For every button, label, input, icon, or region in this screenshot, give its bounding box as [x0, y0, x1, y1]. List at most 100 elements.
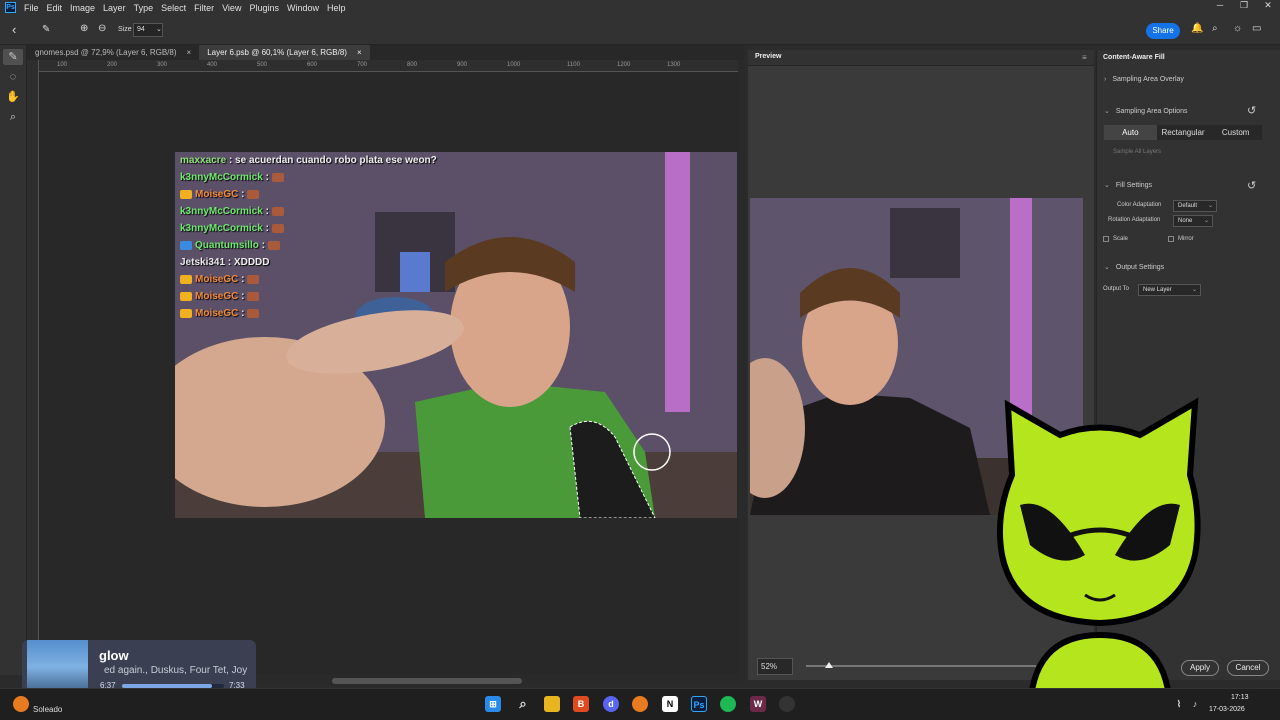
ruler-tick: 800	[407, 62, 418, 68]
seg-auto[interactable]: Auto	[1104, 125, 1157, 140]
vertical-scrollbar[interactable]	[738, 60, 746, 675]
rotation-adaptation-select[interactable]: None ⌄	[1173, 215, 1213, 227]
menu-file[interactable]: File	[24, 3, 39, 13]
preview-header: Preview ≡	[748, 50, 1094, 66]
chat-user: k3nnyMcCormick	[180, 206, 263, 217]
tab-close-icon[interactable]: ×	[187, 45, 192, 60]
scroll-thumb[interactable]	[332, 678, 522, 684]
search-icon[interactable]: ⌕	[1212, 23, 1218, 34]
bell-icon[interactable]: 🔔	[1191, 23, 1203, 34]
photoshop-logo-icon: Ps	[5, 2, 16, 13]
restore-button[interactable]: ❐	[1232, 0, 1256, 11]
menu-type[interactable]: Type	[134, 3, 154, 13]
chat-line: maxxacre : se acuerdan cuando robo plata…	[180, 155, 437, 166]
wifi-icon[interactable]: ⌇	[1171, 696, 1187, 712]
chat-user: maxxacre	[180, 155, 227, 166]
start-icon[interactable]: ⊞	[485, 696, 501, 712]
emote-icon	[247, 291, 260, 301]
panel-menu-icon[interactable]: ≡	[1082, 53, 1087, 62]
share-button[interactable]: Share	[1146, 23, 1180, 39]
emote-icon	[247, 189, 260, 199]
cat-mascot-overlay	[996, 397, 1201, 718]
menu-plugins[interactable]: Plugins	[249, 3, 279, 13]
menu-select[interactable]: Select	[161, 3, 186, 13]
cancel-button[interactable]: Cancel	[1227, 660, 1269, 676]
discord-icon[interactable]: d	[603, 696, 619, 712]
section-sampling-overlay[interactable]: › Sampling Area Overlay	[1104, 76, 1184, 83]
mirror-checkbox[interactable]	[1168, 236, 1174, 242]
workspace-icon[interactable]: ▭	[1252, 23, 1261, 34]
seg-rectangular[interactable]: Rectangular	[1156, 125, 1210, 140]
brave-icon[interactable]: B	[573, 696, 589, 712]
section-fill-settings[interactable]: ⌄ Fill Settings	[1104, 181, 1152, 189]
output-to-select[interactable]: New Layer ⌄	[1138, 284, 1201, 296]
seg-custom[interactable]: Custom	[1209, 125, 1263, 140]
app-icon[interactable]: W	[750, 696, 766, 712]
clock-time[interactable]: 17:13	[1231, 694, 1249, 701]
chat-line: MoiseGC :	[180, 291, 260, 302]
menu-filter[interactable]: Filter	[194, 3, 214, 13]
ruler-tick: 1000	[507, 62, 521, 68]
tab-close-icon[interactable]: ×	[357, 45, 362, 60]
hand-tool-icon[interactable]: ✋	[3, 89, 23, 105]
ruler-tick: 700	[357, 62, 368, 68]
chevron-down-icon: ⌄	[1203, 218, 1209, 224]
blender-icon[interactable]	[632, 696, 648, 712]
select-value: None	[1178, 218, 1193, 224]
search-taskbar-icon[interactable]: ⌕	[515, 696, 531, 712]
document-tabs: gnomes.psd @ 72,9% (Layer 6, RGB/8) × La…	[27, 45, 745, 60]
file-explorer-icon[interactable]	[544, 696, 560, 712]
lightbulb-icon[interactable]: ☼	[1233, 23, 1242, 34]
ruler-tick: 300	[157, 62, 168, 68]
zoom-tool-icon[interactable]: ⌕	[3, 109, 23, 125]
album-art	[27, 640, 88, 695]
photoshop-taskbar-icon[interactable]: Ps	[691, 696, 707, 712]
select-value: Default	[1178, 203, 1198, 209]
clock-date[interactable]: 17-03-2026	[1209, 706, 1245, 713]
minimize-button[interactable]: ─	[1208, 0, 1232, 11]
menu-image[interactable]: Image	[70, 3, 95, 13]
color-adaptation-select[interactable]: Default ⌄	[1173, 200, 1217, 212]
scale-checkbox[interactable]	[1103, 236, 1109, 242]
reset-sampling-icon[interactable]: ↺	[1247, 104, 1256, 117]
chat-line: MoiseGC :	[180, 189, 260, 200]
mirror-label: Mirror	[1178, 236, 1194, 242]
ruler-tick: 1300	[667, 62, 681, 68]
menu-view[interactable]: View	[222, 3, 241, 13]
menu-help[interactable]: Help	[327, 3, 346, 13]
horizontal-ruler: 100 200 300 400 500 600 700 800 900 1000…	[39, 60, 739, 72]
edited-image[interactable]: maxxacre : se acuerdan cuando robo plata…	[175, 152, 737, 518]
ruler-tick: 1200	[617, 62, 631, 68]
tab-layer6[interactable]: Layer 6.psb @ 60,1% (Layer 6, RGB/8) ×	[199, 45, 370, 60]
tab-gnomes[interactable]: gnomes.psd @ 72,9% (Layer 6, RGB/8) ×	[27, 45, 199, 60]
subtract-mode-icon[interactable]: ⊖	[98, 23, 106, 34]
chat-line: Quantumsillo :	[180, 240, 281, 251]
section-label: Output Settings	[1115, 264, 1165, 271]
menu-edit[interactable]: Edit	[47, 3, 63, 13]
rotation-adaptation-label: Rotation Adaptation	[1108, 217, 1161, 223]
spotify-icon[interactable]	[720, 696, 736, 712]
menu-window[interactable]: Window	[287, 3, 319, 13]
add-mode-icon[interactable]: ⊕	[80, 23, 88, 34]
weather-icon[interactable]	[13, 696, 29, 712]
volume-icon[interactable]: ♪	[1187, 696, 1203, 712]
brush-tool-icon[interactable]: ✎	[3, 49, 23, 65]
size-dropdown-chevron-icon[interactable]: ⌄	[156, 25, 162, 33]
preview-title: Preview	[755, 53, 782, 60]
section-sampling-options[interactable]: ⌄ Sampling Area Options	[1104, 107, 1187, 115]
ruler-tick: 100	[57, 62, 68, 68]
reset-fill-icon[interactable]: ↺	[1247, 179, 1256, 192]
chat-msg: :	[241, 189, 245, 200]
section-output-settings[interactable]: ⌄ Output Settings	[1104, 263, 1164, 271]
brush-icon[interactable]: ✎	[42, 24, 50, 35]
close-window-button[interactable]: ✕	[1256, 0, 1280, 11]
zoom-slider-handle[interactable]	[825, 662, 833, 668]
tab-label: gnomes.psd @ 72,9% (Layer 6, RGB/8)	[35, 48, 177, 57]
lasso-tool-icon[interactable]: ◌	[3, 69, 23, 85]
menu-layer[interactable]: Layer	[103, 3, 126, 13]
zoom-field[interactable]: 52%	[757, 658, 793, 675]
steam-icon[interactable]	[779, 696, 795, 712]
notion-icon[interactable]: N	[662, 696, 678, 712]
back-arrow-icon[interactable]: ‹	[12, 22, 16, 37]
emote-icon	[271, 172, 284, 182]
